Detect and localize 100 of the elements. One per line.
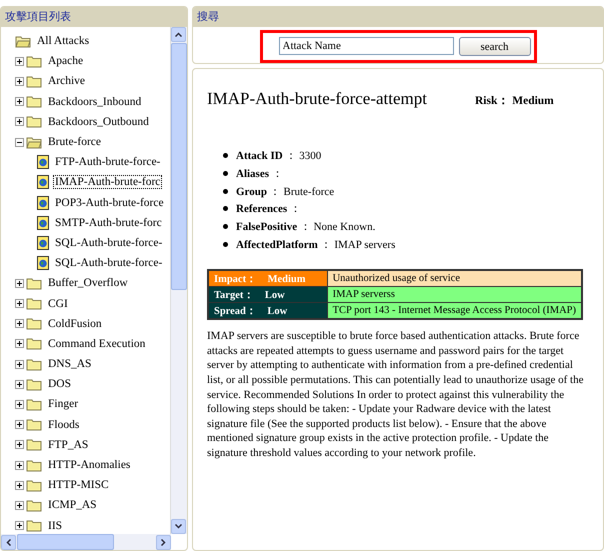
property-text: AffectedPlatform ： IMAP servers (236, 238, 396, 252)
panel-title: 搜尋 (193, 7, 603, 27)
expand-toggle[interactable] (15, 420, 24, 430)
property-text: References ： (236, 202, 301, 216)
folder-icon (26, 317, 42, 330)
tree-item[interactable]: Apache (47, 55, 84, 68)
expand-toggle[interactable] (15, 460, 24, 470)
folder-icon (26, 95, 42, 108)
folder-icon (26, 297, 42, 310)
plus-icon (16, 280, 23, 287)
plus-icon (16, 360, 23, 368)
plus-icon (16, 502, 23, 509)
expand-toggle[interactable] (15, 319, 24, 328)
plus-icon (16, 118, 23, 126)
tree-item[interactable]: Backdoors_Outbound (47, 116, 150, 128)
search-field[interactable]: Attack Name (278, 37, 454, 55)
web-page-icon (37, 236, 49, 250)
plus-icon (16, 421, 23, 428)
tree-item[interactable]: All Attacks (36, 35, 90, 48)
expand-toggle[interactable] (15, 299, 24, 308)
plus-icon (16, 98, 23, 106)
expand-toggle[interactable] (15, 400, 24, 409)
plus-icon (16, 78, 23, 85)
plus-icon (16, 340, 23, 348)
folder-icon (26, 54, 42, 68)
tree-item[interactable]: SMTP-Auth-brute-forc (54, 216, 163, 229)
folder-icon (26, 337, 42, 350)
description-text: IMAP servers are susceptible to brute force based authentication attacks. Brute force attacks are repeated attempts to guess username and password pairs for the target server by attempting to authenticate with information from a pre-defined credential list, or all possible permutations. This can potentially lead to unauthorize usage of the service. Recommended Solutions In order to protect against this vulnerability the following steps should be taken: - Update your Radware device with the latest signature file (See the supported products list below). - Ensure that the above mentioned signature group exists in the active protection profile. - Update the signature threshold values according to your network profile. (207, 329, 584, 460)
tree-item[interactable]: FTP-Auth-brute-force- (54, 156, 162, 168)
folder-icon (26, 498, 42, 512)
expand-toggle[interactable] (15, 76, 24, 86)
expand-toggle[interactable] (15, 500, 24, 510)
tree-item[interactable]: ColdFusion (47, 318, 103, 330)
expand-toggle[interactable] (15, 360, 24, 369)
tree-item[interactable]: Floods (47, 418, 80, 431)
tree-item[interactable]: DNS_AS (47, 358, 92, 370)
open-folder-icon (15, 34, 31, 48)
attack-title: IMAP-Auth-brute-force-attempt (207, 89, 427, 109)
folder-icon (26, 378, 42, 391)
tree-item[interactable]: Finger (47, 398, 80, 410)
rating-cell: Impact： Medium (208, 270, 328, 287)
property-text: Aliases ： (236, 167, 283, 182)
tree-item[interactable]: HTTP-Anomalies (47, 459, 132, 472)
property-text: Attack ID ： 3300 (236, 149, 322, 164)
tree-item[interactable]: IMAP-Auth-brute-forc (54, 176, 162, 188)
tree-item[interactable]: Archive (47, 75, 86, 88)
web-page-icon (37, 175, 49, 190)
bullet (223, 188, 228, 194)
plus-icon (16, 441, 23, 448)
bullet (223, 171, 228, 176)
rating-detail-cell: TCP port 143 - Internet Message Access Protocol (IMAP) (327, 302, 582, 320)
plus-icon (16, 300, 23, 308)
expand-toggle[interactable] (15, 339, 24, 348)
folder-icon (26, 74, 42, 88)
expand-toggle[interactable] (15, 97, 24, 106)
tree-item[interactable]: Backdoors_Inbound (47, 96, 142, 108)
search-button[interactable]: search (458, 37, 530, 56)
web-page-icon (37, 256, 49, 270)
tree-item[interactable]: CGI (47, 298, 69, 310)
expand-toggle[interactable] (15, 480, 24, 490)
bullet (223, 153, 228, 158)
rating-detail-cell: IMAP serverss (327, 286, 582, 303)
horizontal-scrollbar[interactable] (1, 534, 171, 550)
folder-icon (26, 398, 42, 411)
tree-item[interactable]: ICMP_AS (47, 499, 98, 512)
expand-toggle[interactable] (15, 278, 24, 288)
bullet (223, 224, 228, 230)
tree-item[interactable]: Buffer_Overflow (47, 277, 129, 290)
folder-icon (26, 478, 42, 492)
plus-icon (16, 462, 23, 469)
folder-icon (26, 358, 42, 371)
tree-item[interactable]: FTP_AS (47, 438, 90, 451)
tree-item[interactable]: POP3-Auth-brute-force (54, 196, 165, 209)
property-text: FalsePositive ： None Known. (236, 220, 376, 234)
vertical-scrollbar[interactable] (170, 27, 187, 534)
plus-icon (16, 482, 23, 489)
tree-item[interactable]: Command Execution (47, 338, 146, 350)
tree-item[interactable]: SQL-Auth-brute-force- (54, 236, 164, 249)
expand-toggle[interactable] (15, 117, 24, 126)
rating-cell: Spread： Low (208, 302, 328, 320)
tree-item[interactable]: SQL-Auth-brute-force- (54, 257, 164, 270)
expand-toggle[interactable] (15, 56, 24, 66)
bullet (223, 242, 228, 247)
web-page-icon (37, 216, 49, 230)
plus-icon (16, 58, 23, 65)
property-text: Group ： Brute-force (236, 184, 334, 199)
tree-item[interactable]: Brute-force (47, 136, 102, 148)
folder-icon (26, 276, 42, 290)
web-page-icon (37, 155, 49, 170)
collapse-toggle[interactable] (15, 138, 24, 147)
tree-item[interactable]: IIS (47, 520, 64, 532)
tree-item[interactable]: DOS (47, 378, 72, 390)
expand-toggle[interactable] (15, 440, 24, 450)
expand-toggle[interactable] (15, 380, 24, 389)
rating-cell: Target： Low (208, 286, 328, 303)
rating-detail-cell: Unauthorized usage of service (327, 270, 582, 287)
tree-item[interactable]: HTTP-MISC (47, 479, 110, 492)
folder-icon (26, 438, 42, 452)
expand-toggle[interactable] (15, 521, 24, 530)
open-folder-icon (26, 136, 42, 149)
